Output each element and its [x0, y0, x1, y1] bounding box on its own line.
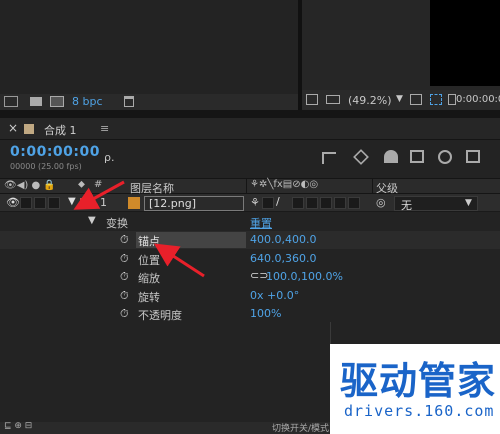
annotation-arrow-layer — [73, 180, 125, 210]
annotation-arrows — [73, 180, 205, 278]
annotation-arrow-anchor — [153, 243, 205, 278]
